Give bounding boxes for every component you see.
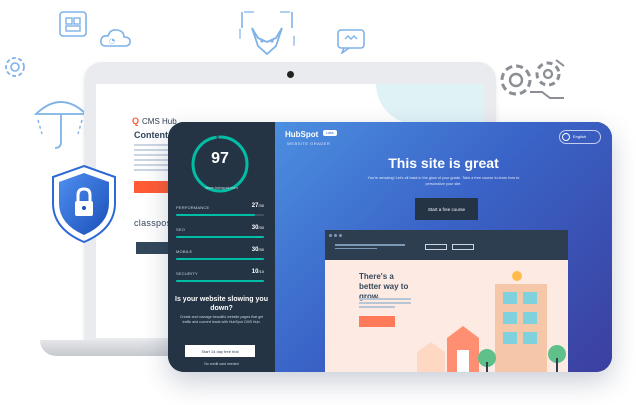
cloud-icon: ◔ — [100, 29, 131, 47]
metric-label: PERFORMANCE — [176, 205, 210, 210]
score-sidebar: 97 www.hubspot.com PERFORMANCE 27/30 SEO… — [168, 122, 275, 372]
no-credit-card-note: No credit card needed — [204, 362, 239, 366]
preview-text-lines — [359, 298, 411, 310]
overall-score: 97 — [211, 150, 229, 167]
free-course-button[interactable]: Start a free course — [415, 198, 478, 220]
laptop-camera — [287, 71, 294, 78]
metric-value: 10/10 — [251, 269, 264, 275]
graded-website: www.hubspot.com — [205, 185, 238, 190]
slow-website-question: Is your website slowing you down? — [175, 296, 268, 312]
free-trial-button[interactable]: Start 14 day free trial — [185, 345, 255, 357]
metric-label: MOBILE — [176, 249, 193, 254]
metric-bar-fill — [176, 236, 264, 238]
result-subline: You're amazing! Let's all bask in the gl… — [367, 176, 520, 186]
preview-cta-button — [359, 316, 395, 327]
language-label: English — [573, 134, 587, 139]
decorative-wave — [376, 84, 484, 124]
cms-description: Create and manage beautiful website page… — [179, 315, 264, 324]
metric-bar-fill — [176, 258, 264, 260]
website-grader-card: 97 www.hubspot.com PERFORMANCE 27/30 SEO… — [168, 122, 612, 372]
fox-icon — [239, 11, 295, 67]
labs-badge: Labs — [323, 130, 337, 136]
preview-nav-button — [452, 244, 474, 250]
cms-dark-strip — [136, 242, 168, 254]
site-preview: There's a better way to grow. — [325, 230, 568, 372]
gear-icon — [5, 57, 25, 77]
handshake-icon — [500, 59, 565, 99]
hubspot-logo[interactable]: HubSpot — [285, 130, 318, 139]
preview-nav-button — [425, 244, 447, 250]
shield-lock-icon — [52, 164, 116, 244]
cms-cta-button[interactable] — [134, 181, 170, 193]
result-headline: This site is great — [388, 155, 499, 171]
city-illustration — [417, 271, 566, 372]
metric-label: SECURITY — [176, 271, 198, 276]
grader-main-panel: HubSpot Labs WEBSITE GRADER English This… — [275, 122, 612, 372]
grid-icon — [59, 11, 87, 37]
preview-navbar — [325, 230, 568, 260]
metric-value: 30/30 — [251, 225, 264, 231]
preview-nav-text — [335, 244, 405, 251]
metric-bar-fill — [176, 214, 256, 216]
chat-icon — [337, 29, 365, 54]
cms-text-lines — [134, 144, 168, 174]
sprocket-icon: Q — [132, 116, 140, 126]
metric-value: 27/30 — [251, 203, 264, 209]
brand-word: classpos — [134, 218, 172, 228]
umbrella-icon — [33, 101, 89, 149]
metric-label: SEO — [176, 227, 186, 232]
website-grader-label: WEBSITE GRADER — [287, 141, 331, 146]
metric-value: 30/30 — [251, 247, 264, 253]
language-selector[interactable]: English — [559, 130, 601, 144]
metric-bar-fill — [176, 280, 264, 282]
globe-icon — [562, 133, 570, 141]
svg-text:◔: ◔ — [109, 37, 115, 45]
window-dots — [329, 234, 342, 237]
